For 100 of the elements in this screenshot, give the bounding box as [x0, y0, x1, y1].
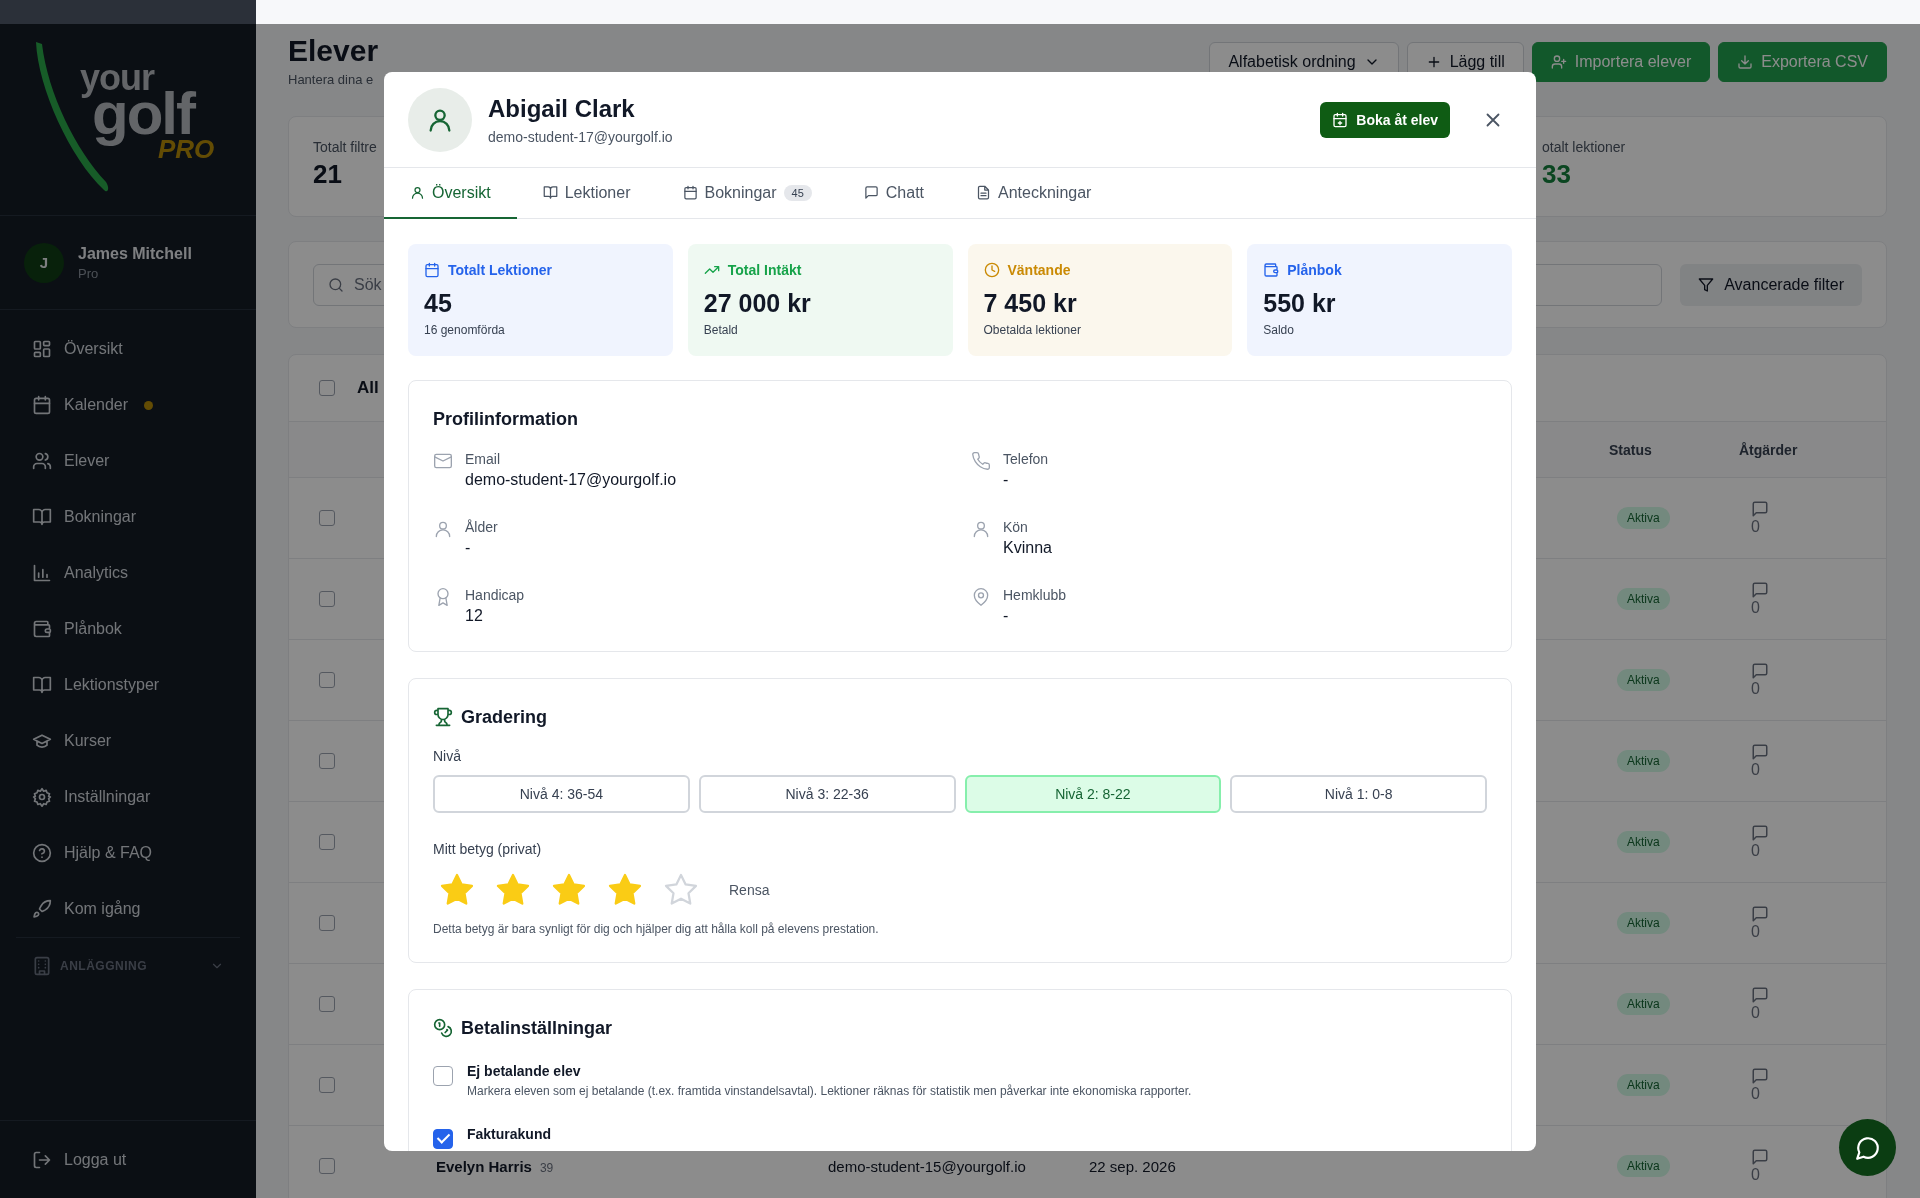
nav-label: Bokningar — [64, 508, 137, 526]
nav-label: Översikt — [64, 340, 123, 358]
star-filled-icon[interactable] — [551, 872, 587, 908]
field-label: Telefon — [1003, 450, 1049, 469]
nav-item[interactable]: Bokningar — [16, 489, 240, 545]
stat-caption: 16 genomförda — [424, 323, 506, 337]
rocket-icon — [32, 899, 52, 919]
stat-value: 21 — [313, 159, 343, 190]
filter-icon — [1698, 276, 1715, 293]
checkbox[interactable] — [319, 834, 335, 850]
field-label: Handicap — [465, 586, 525, 605]
stat-title: Totalt Lektioner — [448, 262, 552, 278]
comment-icon — [1751, 1148, 1769, 1166]
phone-icon — [971, 451, 991, 471]
field-label: Kön — [1003, 518, 1029, 537]
nav-item[interactable]: Inställningar — [16, 769, 240, 825]
nav-item[interactable]: Kom igång — [16, 881, 240, 937]
mail-icon — [433, 451, 453, 471]
user-name: James Mitchell — [78, 244, 192, 263]
nav-item[interactable]: Elever — [16, 433, 240, 489]
import-button[interactable]: Importera elever — [1531, 42, 1711, 82]
nav-item[interactable]: Kurser — [16, 713, 240, 769]
wallet-icon — [1263, 262, 1280, 278]
comment-icon — [1751, 662, 1769, 680]
nav-item[interactable]: Översikt — [16, 321, 240, 377]
search-placeholder: Sök — [354, 275, 382, 294]
comment-icon — [1751, 986, 1769, 1004]
users-icon — [32, 451, 52, 471]
clear-button[interactable]: Rensa — [723, 881, 776, 899]
stat-title: Väntande — [1007, 262, 1071, 278]
checkbox[interactable] — [319, 591, 335, 607]
checkbox[interactable] — [319, 672, 335, 688]
status-label: Aktiva — [1617, 588, 1670, 610]
field-value: - — [1003, 470, 1010, 490]
user-icon — [410, 185, 425, 200]
comment-count: 0 — [1751, 599, 1760, 617]
stat-value: 550 kr — [1263, 288, 1337, 319]
comment-count: 0 — [1751, 1004, 1760, 1022]
option-description: Markera eleven som ej betalande (t.ex. framtida vinstandelsavtal). Lektioner räknas för statistik men påverkar inte ekonomiska rapporter. — [467, 1084, 1192, 1098]
avatar: J — [24, 242, 64, 283]
tab[interactable]: Anteckningar — [950, 168, 1118, 219]
comment-icon — [1751, 743, 1769, 761]
checkbox[interactable] — [433, 1066, 453, 1086]
checkbox[interactable] — [319, 996, 335, 1012]
comment-icon — [863, 185, 879, 200]
checkbox[interactable] — [319, 753, 335, 769]
book-icon — [32, 507, 52, 527]
level-option[interactable]: Nivå 1: 0-8 — [1230, 775, 1487, 813]
star-empty-icon[interactable] — [663, 872, 699, 908]
nav-item[interactable]: Plånbok — [16, 601, 240, 657]
tab[interactable]: Bokningar 45 — [656, 168, 838, 219]
tab[interactable]: Översikt — [384, 168, 517, 219]
checkbox[interactable] — [319, 1077, 335, 1093]
comment-icon — [1751, 1067, 1769, 1085]
clock-icon — [983, 262, 1000, 278]
column-header: Åtgärder — [1739, 441, 1799, 458]
comment-count: 0 — [1751, 761, 1760, 779]
book-button[interactable]: Boka åt elev — [1320, 101, 1450, 138]
column-header: Status — [1609, 441, 1653, 458]
star-filled-icon[interactable] — [607, 872, 643, 908]
nav-label: Elever — [64, 452, 110, 470]
student-age: 39 — [539, 1160, 554, 1175]
stat-label: Totalt filtre — [313, 139, 377, 155]
stat-value: 27 000 kr — [703, 288, 812, 319]
checkbox[interactable] — [319, 1158, 335, 1174]
grid-icon — [32, 339, 52, 359]
checkbox[interactable] — [433, 1129, 453, 1149]
export-button[interactable]: Exportera CSV — [1718, 42, 1887, 82]
checkbox[interactable] — [319, 915, 335, 931]
nav-label: Lektionstyper — [64, 676, 160, 694]
tab[interactable]: Chatt — [837, 168, 951, 219]
logout-item[interactable]: Logga ut — [0, 1120, 256, 1198]
checkbox[interactable] — [319, 380, 335, 396]
building-icon — [32, 956, 52, 976]
stat-label: otalt lektioner — [1542, 139, 1627, 155]
star-filled-icon[interactable] — [439, 872, 475, 908]
level-option[interactable]: Nivå 4: 36-54 — [433, 775, 690, 813]
nav-item[interactable]: Kalender — [16, 377, 240, 433]
option-label: Fakturakund — [467, 1125, 551, 1144]
nav-item[interactable]: Hjälp & FAQ — [16, 825, 240, 881]
comment-icon — [1751, 824, 1769, 842]
field-value: demo-student-17@yourgolf.io — [465, 470, 677, 490]
filter-button[interactable]: Avancerade filter — [1680, 263, 1862, 306]
field-value: - — [465, 538, 472, 558]
user-plus-icon — [1550, 54, 1567, 70]
student-name: Abigail Clark — [488, 94, 636, 123]
status-label: Aktiva — [1617, 1155, 1670, 1177]
table-cell-text: 22 sep. 2026 — [1089, 1157, 1177, 1175]
nav-item[interactable]: Lektionstyper — [16, 657, 240, 713]
level-option[interactable]: Nivå 2: 8-22 — [964, 775, 1222, 813]
tab[interactable]: Lektioner — [516, 168, 657, 219]
field-value: - — [1003, 606, 1010, 626]
nav-label: Hjälp & FAQ — [64, 844, 153, 862]
checkbox[interactable] — [319, 510, 335, 526]
stat-value: 7 450 kr — [983, 288, 1078, 319]
section-title: Betalinställningar — [461, 1017, 613, 1039]
level-option[interactable]: Nivå 3: 22-36 — [698, 775, 956, 813]
star-filled-icon[interactable] — [495, 872, 531, 908]
nav-item[interactable]: Analytics — [16, 545, 240, 601]
status-label: Aktiva — [1617, 669, 1670, 691]
